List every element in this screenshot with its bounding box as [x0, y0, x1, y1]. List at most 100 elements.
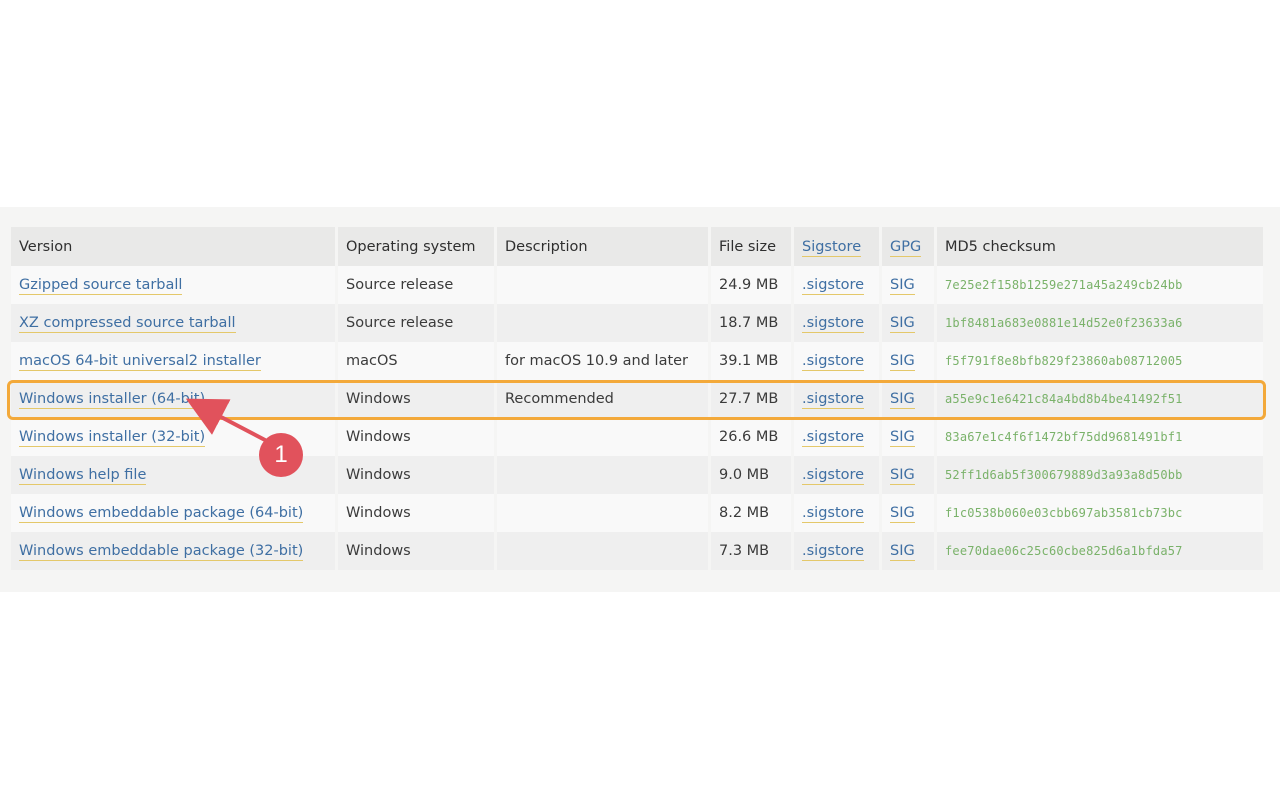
header-gpg: GPG — [882, 227, 937, 266]
os-cell: Source release — [338, 266, 497, 304]
sig-link[interactable]: SIG — [890, 277, 915, 295]
md5-cell: 7e25e2f158b1259e271a45a249cb24bb — [937, 266, 1263, 304]
sigstore-cell: .sigstore — [794, 266, 882, 304]
filesize-cell: 9.0 MB — [711, 456, 794, 494]
file-size-cell: 26.6 MB — [719, 429, 779, 445]
filesize-cell: 24.9 MB — [711, 266, 794, 304]
sigstore-link[interactable]: .sigstore — [802, 505, 865, 523]
md5-cell: 1bf8481a683e0881e14d52e0f23633a6 — [937, 304, 1263, 342]
gpg-cell: SIG — [882, 532, 937, 570]
sig-link[interactable]: SIG — [890, 505, 915, 523]
description-cell: Recommended — [505, 391, 614, 407]
sigstore-link[interactable]: .sigstore — [802, 429, 865, 447]
os-cell: Windows — [338, 380, 497, 418]
sig-link[interactable]: SIG — [890, 391, 915, 409]
md5-checksum: a55e9c1e6421c84a4bd8b4be41492f51 — [945, 392, 1183, 406]
description-cell — [497, 532, 711, 570]
file-size-cell: 7.3 MB — [719, 543, 770, 559]
description-cell — [497, 418, 711, 456]
filesize-cell: 8.2 MB — [711, 494, 794, 532]
sigstore-header-link[interactable]: Sigstore — [802, 238, 862, 257]
sigstore-cell: .sigstore — [794, 494, 882, 532]
version-link[interactable]: Windows embeddable package (64-bit) — [19, 505, 304, 523]
os-cell: Windows — [346, 505, 411, 521]
md5-cell: fee70dae06c25c60cbe825d6a1bfda57 — [937, 532, 1263, 570]
os-cell: Windows — [346, 391, 411, 407]
sigstore-link[interactable]: .sigstore — [802, 391, 865, 409]
gpg-cell: SIG — [882, 418, 937, 456]
version-cell: XZ compressed source tarball — [11, 304, 338, 342]
version-cell: Windows embeddable package (32-bit) — [11, 532, 338, 570]
version-link[interactable]: Windows installer (64-bit) — [19, 391, 206, 409]
gpg-cell: SIG — [882, 494, 937, 532]
version-link[interactable]: Gzipped source tarball — [19, 277, 183, 295]
sigstore-cell: .sigstore — [794, 380, 882, 418]
md5-checksum: f5f791f8e8bfb829f23860ab08712005 — [945, 354, 1183, 368]
sig-link[interactable]: SIG — [890, 353, 915, 371]
table-row: Windows installer (64-bit) Windows Recomme… — [11, 380, 1263, 418]
version-cell: Windows installer (64-bit) — [11, 380, 338, 418]
gpg-cell: SIG — [882, 342, 937, 380]
sigstore-link[interactable]: .sigstore — [802, 353, 865, 371]
sigstore-link[interactable]: .sigstore — [802, 543, 865, 561]
filesize-cell: 18.7 MB — [711, 304, 794, 342]
gpg-cell: SIG — [882, 456, 937, 494]
filesize-cell: 7.3 MB — [711, 532, 794, 570]
table-row: Windows help file Windows 9.0 MB .sigstore S… — [11, 456, 1263, 494]
gpg-header-link[interactable]: GPG — [890, 238, 922, 257]
md5-cell: 52ff1d6ab5f300679889d3a93a8d50bb — [937, 456, 1263, 494]
header-version: Version — [11, 227, 338, 266]
table-row: Windows embeddable package (64-bit) Windo… — [11, 494, 1263, 532]
sigstore-link[interactable]: .sigstore — [802, 315, 865, 333]
version-link[interactable]: Windows embeddable package (32-bit) — [19, 543, 304, 561]
step-marker: 1 — [259, 433, 303, 477]
gpg-cell: SIG — [882, 266, 937, 304]
os-cell: Windows — [338, 456, 497, 494]
md5-cell: a55e9c1e6421c84a4bd8b4be41492f51 — [937, 380, 1263, 418]
version-link[interactable]: macOS 64-bit universal2 installer — [19, 353, 261, 371]
description-cell: for macOS 10.9 and later — [505, 353, 689, 369]
os-cell: Windows — [338, 418, 497, 456]
md5-checksum: 83a67e1c4f6f1472bf75dd9681491bf1 — [945, 430, 1183, 444]
page: Version Operating system Description Fil… — [0, 0, 1280, 800]
os-cell: macOS — [338, 342, 497, 380]
sigstore-link[interactable]: .sigstore — [802, 277, 865, 295]
table-row: Windows embeddable package (32-bit) Windo… — [11, 532, 1263, 570]
version-link[interactable]: Windows installer (32-bit) — [19, 429, 206, 447]
table-header: Version Operating system Description Fil… — [11, 227, 1263, 266]
sig-link[interactable]: SIG — [890, 315, 915, 333]
sigstore-cell: .sigstore — [794, 418, 882, 456]
description-cell — [497, 304, 711, 342]
md5-checksum: 7e25e2f158b1259e271a45a249cb24bb — [945, 278, 1183, 292]
md5-checksum: 52ff1d6ab5f300679889d3a93a8d50bb — [945, 468, 1183, 482]
os-cell: Windows — [338, 494, 497, 532]
table-row: macOS 64-bit universal2 installer macOS fo… — [11, 342, 1263, 380]
version-link[interactable]: Windows help file — [19, 467, 147, 485]
description-cell — [497, 456, 711, 494]
os-cell: Windows — [346, 543, 411, 559]
filesize-cell: 27.7 MB — [711, 380, 794, 418]
gpg-cell: SIG — [882, 380, 937, 418]
description-cell — [497, 494, 711, 532]
sig-link[interactable]: SIG — [890, 467, 915, 485]
md5-cell: 83a67e1c4f6f1472bf75dd9681491bf1 — [937, 418, 1263, 456]
md5-cell: f5f791f8e8bfb829f23860ab08712005 — [937, 342, 1263, 380]
md5-checksum: fee70dae06c25c60cbe825d6a1bfda57 — [945, 544, 1183, 558]
sig-link[interactable]: SIG — [890, 543, 915, 561]
sigstore-cell: .sigstore — [794, 532, 882, 570]
table-row: Gzipped source tarball Source release 24.9… — [11, 266, 1263, 304]
sigstore-cell: .sigstore — [794, 342, 882, 380]
sigstore-link[interactable]: .sigstore — [802, 467, 865, 485]
version-link[interactable]: XZ compressed source tarball — [19, 315, 236, 333]
file-size-cell: 18.7 MB — [719, 315, 779, 331]
table-row: Windows installer (32-bit) Windows 26.6 MB… — [11, 418, 1263, 456]
header-row: Version Operating system Description Fil… — [11, 227, 1263, 266]
md5-cell: f1c0538b060e03cbb697ab3581cb73bc — [937, 494, 1263, 532]
sig-link[interactable]: SIG — [890, 429, 915, 447]
file-size-cell: 8.2 MB — [719, 505, 770, 521]
description-cell — [497, 266, 711, 304]
file-size-cell: 39.1 MB — [719, 353, 779, 369]
version-cell: macOS 64-bit universal2 installer — [11, 342, 338, 380]
version-cell: Gzipped source tarball — [11, 266, 338, 304]
header-description: Description — [497, 227, 711, 266]
